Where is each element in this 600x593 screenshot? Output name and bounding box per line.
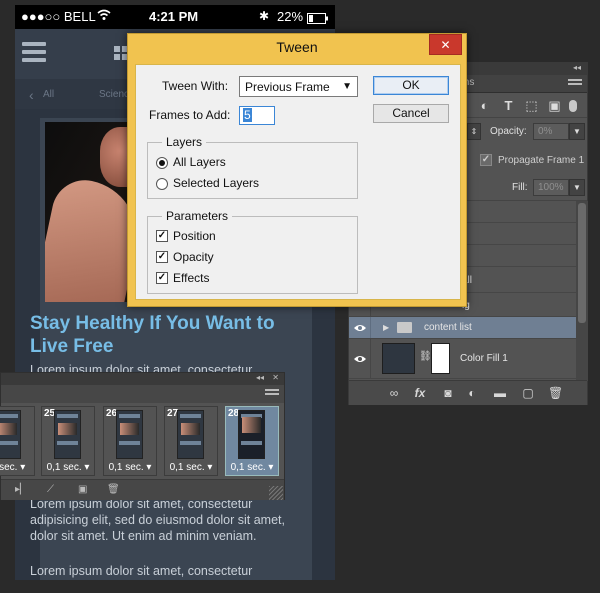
effects-checkbox[interactable]: ✓ xyxy=(156,272,168,284)
status-bar: ●●●○○ BELL 4:21 PM ✱ 22% xyxy=(15,5,335,29)
frames-to-add-input[interactable]: 5 xyxy=(239,106,275,125)
opacity-label[interactable]: Opacity xyxy=(173,250,214,264)
selected-layers-label[interactable]: Selected Layers xyxy=(173,176,259,190)
filter-toggle[interactable] xyxy=(569,100,577,112)
layers-scrollbar[interactable] xyxy=(576,201,588,381)
visibility-eye-icon[interactable] xyxy=(349,317,371,338)
effects-label[interactable]: Effects xyxy=(173,271,209,285)
propagate-checkbox[interactable]: ✓ xyxy=(480,154,492,166)
opacity-input[interactable]: 0% xyxy=(533,123,569,140)
animation-frame[interactable]: 27 0,1 sec. ▾ xyxy=(164,406,218,476)
opacity-label: Opacity: xyxy=(490,126,527,137)
carrier-label: ●●●○○ BELL xyxy=(21,9,96,24)
position-label[interactable]: Position xyxy=(173,229,216,243)
opacity-checkbox[interactable]: ✓ xyxy=(156,251,168,263)
fill-input[interactable]: 100% xyxy=(533,179,569,196)
panel-menu-icon[interactable] xyxy=(568,79,582,89)
chevron-down-icon: ▼ xyxy=(342,81,352,92)
layers-group: Layers All Layers Selected Layers xyxy=(147,135,358,199)
expand-arrow-icon[interactable]: ▶ xyxy=(383,323,389,332)
chevron-left-icon[interactable]: ‹ xyxy=(29,87,34,103)
layers-footer: ∞ fx ◙ ◐ ▬ ▢ 🗑 xyxy=(349,380,587,405)
propagate-label: Propagate Frame 1 xyxy=(498,155,585,166)
type-filter-icon[interactable]: T xyxy=(502,99,515,112)
resize-grip-icon[interactable] xyxy=(269,486,283,500)
tween-icon[interactable]: ⟋ xyxy=(47,484,54,495)
tween-with-select[interactable]: Previous Frame ▼ xyxy=(239,76,358,97)
tween-with-label: Tween With: xyxy=(162,79,229,93)
layer-row-color-fill[interactable]: ⛓ Color Fill 1 xyxy=(349,339,576,379)
frame-duration[interactable]: 0,1 sec. ▾ xyxy=(165,462,217,473)
fill-thumbnail xyxy=(382,343,415,374)
add-mask-icon[interactable]: ◙ xyxy=(441,386,455,400)
article-paragraph: Lorem ipsum dolor sit amet, consectetur xyxy=(30,564,253,578)
all-layers-radio[interactable] xyxy=(156,157,168,169)
fill-label: Fill: xyxy=(512,182,528,193)
panel-titlebar[interactable]: ◂◂ ✕ xyxy=(1,373,284,385)
hamburger-menu-icon[interactable] xyxy=(22,42,46,64)
frame-duration[interactable]: 0,1 sec. ▾ xyxy=(42,462,94,473)
grid-icon[interactable] xyxy=(114,46,128,60)
article-paragraph: Lorem ipsum dolor sit amet, consectetur … xyxy=(30,497,285,543)
collapse-icon[interactable]: ◂◂ xyxy=(573,63,581,72)
frame-duration[interactable]: 0,1 sec. ▾ xyxy=(104,462,156,473)
wifi-icon xyxy=(97,9,111,24)
visibility-eye-icon[interactable] xyxy=(349,339,371,378)
position-checkbox[interactable]: ✓ xyxy=(156,230,168,242)
layer-row-content-list[interactable]: ▶ content list xyxy=(349,317,576,339)
clock: 4:21 PM xyxy=(149,9,199,24)
group-title: Layers xyxy=(162,135,207,149)
timeline-controls: ▸▏ ⟋ ▣ 🗑 xyxy=(1,479,284,500)
adjustment-filter-icon[interactable]: ◐ xyxy=(478,99,491,112)
animation-frame[interactable]: 26 0,1 sec. ▾ xyxy=(103,406,157,476)
animation-frame[interactable]: 25 0,1 sec. ▾ xyxy=(41,406,95,476)
close-icon[interactable]: ✕ xyxy=(272,373,279,382)
fill-dropdown-icon[interactable]: ▼ xyxy=(569,179,585,196)
panel-menu-icon[interactable] xyxy=(265,389,279,399)
all-layers-label[interactable]: All Layers xyxy=(173,155,226,169)
blend-mode-arrow-icon[interactable]: ⇕ xyxy=(467,123,481,140)
close-button[interactable]: ✕ xyxy=(429,34,462,55)
opacity-dropdown-icon[interactable]: ▼ xyxy=(569,123,585,140)
bluetooth-icon: ✱ xyxy=(259,9,270,23)
animation-frame-selected[interactable]: 28 0,1 sec. ▾ xyxy=(225,406,279,476)
mask-thumbnail xyxy=(431,343,450,374)
chain-link-icon[interactable]: ⛓ xyxy=(419,351,432,362)
group-title: Parameters xyxy=(162,209,233,223)
adjustment-layer-icon[interactable]: ◐ xyxy=(465,386,479,400)
previous-frame-icon[interactable]: ▸▏ xyxy=(15,484,28,495)
dialog-title: Tween xyxy=(276,39,318,55)
frames-to-add-label: Frames to Add: xyxy=(149,108,231,122)
fx-icon[interactable]: fx xyxy=(413,386,427,400)
timeline-header xyxy=(1,385,284,403)
back-link[interactable]: All xyxy=(43,89,54,100)
shape-filter-icon[interactable]: ⬚ xyxy=(525,99,538,112)
battery-label: 22% xyxy=(277,9,304,24)
layer-name: Color Fill 1 xyxy=(460,353,508,364)
battery-icon xyxy=(307,12,329,27)
dialog-body: Tween With: Previous Frame ▼ Frames to A… xyxy=(135,64,461,300)
delete-frame-icon[interactable]: 🗑 xyxy=(107,484,120,495)
new-group-icon[interactable]: ▬ xyxy=(493,386,507,400)
delete-layer-icon[interactable]: 🗑 xyxy=(548,386,563,400)
frame-duration[interactable]: 0,1 sec. ▾ xyxy=(226,462,278,473)
article-headline: Stay Healthy If You Want to Live Free xyxy=(30,313,275,357)
parameters-group: Parameters ✓ Position ✓ Opacity ✓ Effect… xyxy=(147,209,358,294)
collapse-icon[interactable]: ◂◂ xyxy=(256,373,264,382)
smart-object-filter-icon[interactable]: ▣ xyxy=(548,99,561,112)
new-layer-icon[interactable]: ▢ xyxy=(521,386,535,400)
ok-button[interactable]: OK xyxy=(373,76,449,95)
tween-dialog: Tween ✕ Tween With: Previous Frame ▼ Fra… xyxy=(127,33,467,307)
link-layers-icon[interactable]: ∞ xyxy=(387,386,401,400)
frame-duration[interactable]: 2 sec. ▾ xyxy=(0,462,34,473)
duplicate-frame-icon[interactable]: ▣ xyxy=(78,484,87,495)
layer-name: content list xyxy=(424,322,472,333)
animation-frame[interactable]: 2 sec. ▾ xyxy=(0,406,35,476)
timeline-panel: ◂◂ ✕ 2 sec. ▾ 25 0,1 sec. ▾ 26 0,1 sec. … xyxy=(0,372,285,500)
folder-icon xyxy=(397,322,412,333)
selected-layers-radio[interactable] xyxy=(156,178,168,190)
cancel-button[interactable]: Cancel xyxy=(373,104,449,123)
